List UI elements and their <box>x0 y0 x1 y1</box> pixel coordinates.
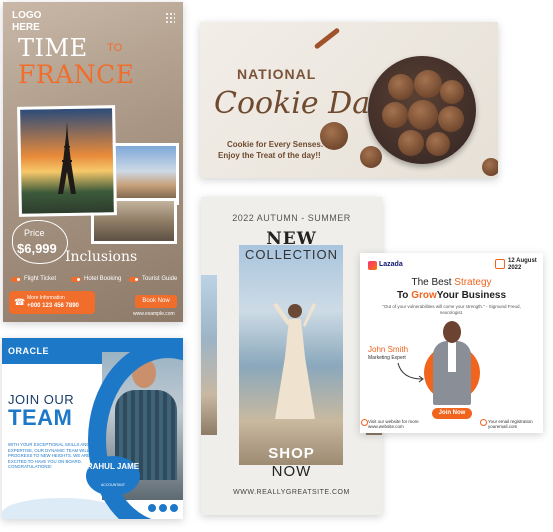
website-info: Visit our website for more www.website.c… <box>368 419 419 429</box>
side-photo-left <box>201 275 217 435</box>
eiffel-tower-icon <box>58 122 76 194</box>
oracle-logo: ORACLE <box>8 346 49 356</box>
cookie-day-title: Cookie Day <box>214 86 388 121</box>
facebook-icon[interactable] <box>148 504 156 512</box>
quote-text: "Out of your vulnerabilities will come y… <box>382 304 521 315</box>
price-label: Price <box>24 228 45 238</box>
season-text: 2022 AUTUMN - SUMMER <box>232 213 351 223</box>
businessman-head <box>443 321 461 343</box>
employee-role: ACCOUNTANT <box>100 483 126 487</box>
join-now-button[interactable]: Join Now <box>432 408 472 419</box>
website-text: www.example.com <box>133 311 175 317</box>
instagram-icon[interactable] <box>159 504 167 512</box>
title-france: FRANCE <box>18 60 135 89</box>
globe-icon <box>361 419 368 426</box>
cookie-icon <box>320 122 348 150</box>
logo-text: LOGO HERE <box>12 10 42 33</box>
businessman-shirt <box>448 342 456 372</box>
cookie-icon <box>438 106 464 132</box>
subtitle-line-2: Enjoy the Treat of the day!! <box>218 151 321 160</box>
cookie-icon <box>398 130 424 156</box>
registration-info: Your email registration youremail.com <box>488 419 533 429</box>
website-url: WWW.REALLYGREATSITE.COM <box>233 489 350 496</box>
woman-in-dress-icon <box>273 303 316 419</box>
feature-hotel: Hotel Booking <box>71 276 121 282</box>
cookie-icon <box>440 80 464 104</box>
feature-guide: Tourist Guide <box>129 276 177 282</box>
employee-name: RAHUL JAME <box>86 462 140 471</box>
dot-grid-decoration <box>165 12 175 24</box>
travel-poster-card[interactable]: LOGO HERE TIME TO FRANCE Price $6,999 In… <box>3 2 183 322</box>
event-date: 12 August 2022 <box>508 258 537 271</box>
toggle-icon <box>129 276 139 282</box>
title-to: TO <box>107 42 123 54</box>
hiring-announcement-card[interactable]: ORACLE JOIN OUR TEAM WITH YOUR EXCEPTION… <box>2 338 183 519</box>
cookie-icon <box>426 132 450 156</box>
shop-text: SHOP <box>268 445 315 462</box>
cookie-icon <box>414 70 442 98</box>
feature-flight: Flight Ticket <box>11 276 56 282</box>
brand-name: Lazada <box>379 261 403 268</box>
price-value: $6,999 <box>17 241 57 256</box>
subtitle-line-1: Cookie for Every Senses. <box>227 140 324 149</box>
headline-line-1: The Best Strategy <box>411 277 492 288</box>
fashion-collection-card[interactable]: 2022 AUTUMN - SUMMER NEW COLLECTION SHOP… <box>201 197 382 515</box>
team-heading: TEAM <box>8 405 73 430</box>
cookie-icon <box>408 100 438 130</box>
cinnamon-stick-icon <box>313 27 341 50</box>
title-time: TIME <box>18 34 88 62</box>
inclusions-heading: Inclusions <box>65 249 138 265</box>
cookie-icon <box>482 158 498 176</box>
cookie-day-card[interactable]: NATIONAL Cookie Day Cookie for Every Sen… <box>200 22 498 178</box>
toggle-icon <box>71 276 81 282</box>
opera-house-photo <box>107 143 179 205</box>
curved-arrow-icon <box>397 362 424 383</box>
cookie-icon <box>382 102 408 128</box>
cookie-icon <box>360 146 382 168</box>
national-heading: NATIONAL <box>237 66 317 82</box>
business-strategy-card[interactable]: Lazada 12 August 2022 The Best Strategy … <box>360 253 543 433</box>
collection-heading: COLLECTION <box>244 247 339 262</box>
toggle-icon <box>11 276 21 282</box>
headline-line-2: To GrowYour Business <box>396 290 507 301</box>
template-gallery: LOGO HERE TIME TO FRANCE Price $6,999 In… <box>0 0 553 532</box>
calendar-icon <box>495 259 505 269</box>
now-text: NOW <box>271 463 312 480</box>
phone-icon: ☎ <box>14 297 26 307</box>
new-heading: NEW <box>266 229 317 249</box>
lazada-logo-icon <box>368 261 377 270</box>
person-name: John Smith <box>368 345 409 354</box>
cookie-icon <box>388 74 414 100</box>
twitter-icon[interactable] <box>170 504 178 512</box>
book-now-button[interactable]: Book Now <box>135 295 177 308</box>
chat-icon <box>480 419 487 426</box>
description-text: WITH YOUR EXCEPTIONAL SKILLS AND EXPERTI… <box>8 442 90 469</box>
info-phone: +000 123 456 7890 <box>27 303 79 309</box>
info-label: More Information <box>27 295 65 301</box>
